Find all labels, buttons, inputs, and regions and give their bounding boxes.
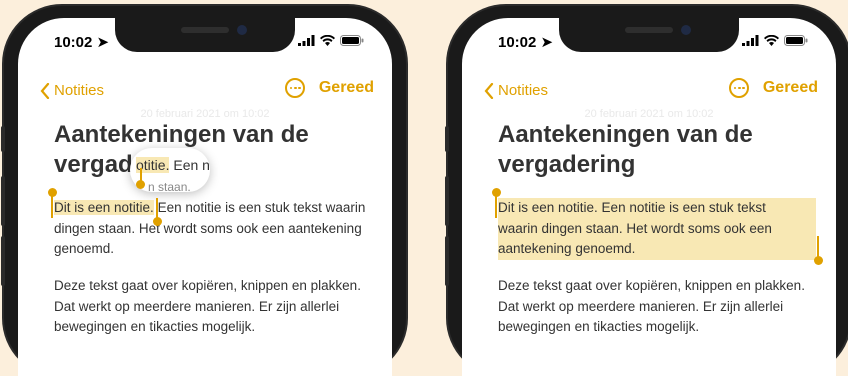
notch	[559, 18, 739, 52]
signal-icon	[742, 34, 759, 46]
speaker	[625, 27, 673, 33]
note-title[interactable]: Aantekeningen van de vergad	[54, 120, 372, 180]
note-paragraph-1[interactable]: Dit is een notitie. Een notitie is een s…	[54, 198, 376, 260]
note-paragraph-1-selected[interactable]: Dit is een notitie. Een notitie is een s…	[498, 198, 816, 260]
nav-actions: Gereed	[728, 78, 818, 98]
magnifier-text: otitie. Een n	[136, 157, 210, 173]
paragraph-1-line-3: aantekening genoemd.	[498, 241, 636, 256]
volume-up-button	[1, 176, 5, 226]
front-camera	[681, 25, 691, 35]
mute-switch	[1, 126, 5, 152]
volume-down-button	[445, 236, 449, 286]
title-line-1: Aantekeningen van de	[54, 121, 309, 148]
volume-up-button	[445, 176, 449, 226]
back-label: Notities	[54, 82, 105, 99]
speaker	[181, 27, 229, 33]
status-icons	[298, 34, 364, 46]
chevron-left-icon	[484, 82, 494, 99]
title-line-1: Aantekeningen van de	[498, 121, 753, 148]
paragraph-1-line-1: Dit is een notitie. Een notitie is een s…	[498, 200, 766, 215]
mute-switch	[445, 126, 449, 152]
more-options-icon[interactable]	[284, 78, 305, 98]
status-time: 10:02 ➤	[54, 34, 110, 51]
note-paragraph-2[interactable]: Deze tekst gaat over kopiëren, knippen e…	[498, 276, 820, 338]
more-options-icon[interactable]	[728, 78, 749, 98]
notch	[115, 18, 295, 52]
note-date: 20 februari 2021 om 10:02	[584, 108, 714, 120]
note-title[interactable]: Aantekeningen van de vergadering	[498, 120, 816, 180]
back-button[interactable]: Notities	[40, 82, 104, 99]
magnifier-next-line: n staan.	[148, 180, 191, 192]
front-camera	[237, 25, 247, 35]
status-icons	[742, 34, 808, 46]
magnifier-handle	[136, 180, 145, 189]
selection-end-knob[interactable]	[813, 256, 823, 265]
paragraph-1-line-2: waarin dingen staan. Het wordt soms ook …	[498, 220, 772, 236]
status-time: 10:02 ➤	[498, 34, 554, 51]
battery-icon	[340, 34, 364, 46]
selection-end-knob[interactable]	[152, 217, 162, 226]
title-line-2: vergad	[54, 151, 133, 178]
volume-down-button	[1, 236, 5, 286]
done-button[interactable]: Gereed	[319, 79, 374, 97]
wifi-icon	[764, 34, 779, 46]
title-line-2: vergadering	[498, 151, 636, 178]
back-button[interactable]: Notities	[484, 82, 548, 99]
nav-actions: Gereed	[284, 78, 374, 98]
selected-text: Dit is een notitie.	[54, 200, 154, 215]
screen: 10:02 ➤ Notities 20 februari 2021 om 10:…	[462, 18, 836, 376]
signal-icon	[298, 34, 315, 46]
wifi-icon	[320, 34, 335, 46]
chevron-left-icon	[40, 82, 50, 99]
screen: 10:02 ➤ Notities 20 februari 2021 om 10:…	[18, 18, 392, 376]
battery-icon	[784, 34, 808, 46]
location-arrow-icon: ➤	[540, 34, 554, 51]
location-arrow-icon: ➤	[96, 34, 110, 51]
back-label: Notities	[498, 82, 549, 99]
note-date: 20 februari 2021 om 10:02	[140, 108, 270, 120]
note-paragraph-2[interactable]: Deze tekst gaat over kopiëren, knippen e…	[54, 276, 376, 338]
phone-left: 10:02 ➤ Notities 20 februari 2021 om 10:…	[1, 6, 406, 376]
phone-right: 10:02 ➤ Notities 20 februari 2021 om 10:…	[445, 6, 848, 376]
done-button[interactable]: Gereed	[763, 79, 818, 97]
selection-start-knob[interactable]	[491, 188, 501, 197]
selection-start-knob[interactable]	[47, 188, 57, 197]
magnifier-following-text: Een n	[169, 157, 210, 173]
